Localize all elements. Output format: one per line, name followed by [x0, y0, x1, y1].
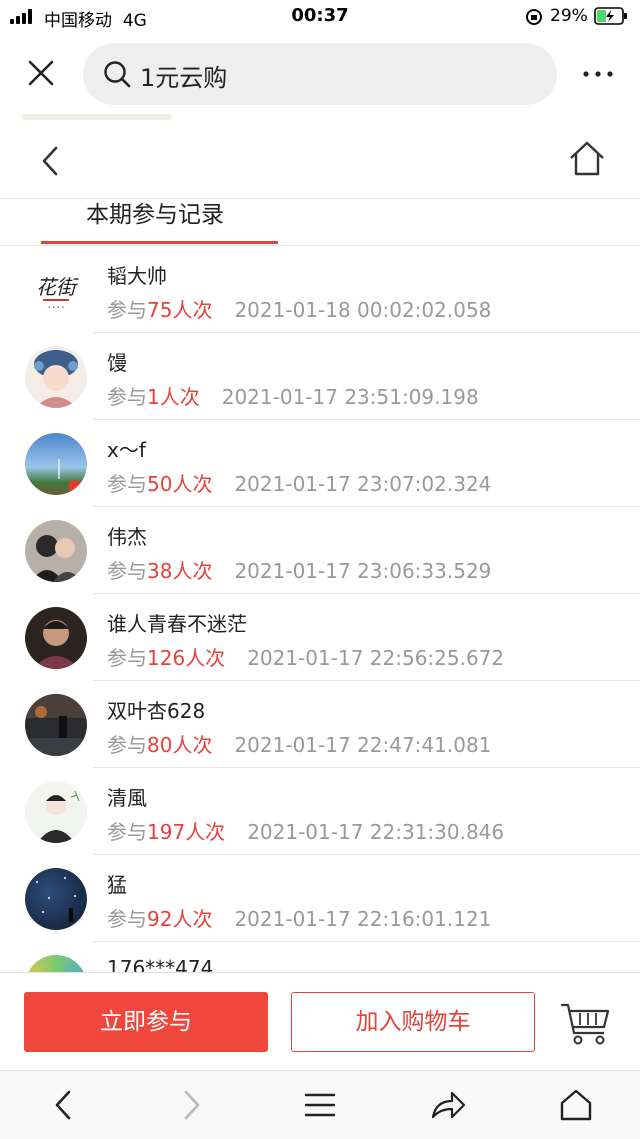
- tab-active-indicator: [41, 241, 278, 244]
- shopping-cart-icon[interactable]: [558, 999, 614, 1047]
- user-avatar: [25, 433, 87, 495]
- record-row[interactable]: 清風 参与197人次 2021-01-17 22:31:30.846: [0, 768, 640, 855]
- record-row[interactable]: 馒 参与1人次 2021-01-17 23:51:09.198: [0, 333, 640, 420]
- user-avatar: [25, 694, 87, 756]
- record-row[interactable]: 猛 参与92人次 2021-01-17 22:16:01.121: [0, 855, 640, 942]
- record-row[interactable]: x～f 参与50人次 2021-01-17 23:07:02.324: [0, 420, 640, 507]
- svg-text:花街: 花街: [36, 275, 79, 299]
- status-bar: 中国移动 4G 00:37 29%: [0, 0, 640, 34]
- back-icon[interactable]: [36, 144, 66, 178]
- svg-text:• • • •: • • • •: [48, 305, 65, 311]
- browser-back-icon[interactable]: [46, 1087, 82, 1123]
- clock: 00:37: [291, 5, 349, 26]
- more-icon[interactable]: [580, 64, 616, 84]
- record-row[interactable]: 伟杰 参与38人次 2021-01-17 23:06:33.529: [0, 507, 640, 594]
- user-name: 176***474: [107, 956, 214, 972]
- record-meta: 参与38人次 2021-01-17 23:06:33.529: [107, 559, 492, 583]
- record-meta: 参与126人次 2021-01-17 22:56:25.672: [107, 646, 505, 670]
- search-icon: [104, 61, 131, 88]
- user-name: 谁人青春不迷茫: [107, 612, 247, 636]
- tab-bar: 本期参与记录: [0, 199, 640, 246]
- user-avatar: [25, 781, 87, 843]
- browser-home-icon[interactable]: [558, 1087, 594, 1123]
- page-nav-bar: [0, 124, 640, 199]
- user-name: 韬大帅: [107, 264, 167, 288]
- battery-percent: 29%: [550, 6, 588, 26]
- user-name: 猛: [107, 873, 127, 897]
- user-avatar: [25, 346, 87, 408]
- battery-icon: [594, 7, 627, 25]
- close-icon[interactable]: [26, 58, 56, 88]
- user-name: 清風: [107, 786, 147, 810]
- user-name: 伟杰: [107, 525, 147, 549]
- menu-icon[interactable]: [302, 1087, 338, 1123]
- user-name: 馒: [107, 351, 127, 375]
- user-avatar: [25, 607, 87, 669]
- browser-header: 1元云购: [0, 34, 640, 114]
- user-name: 双叶杏628: [107, 699, 206, 723]
- participation-record-list: 花街 • • • • 韬大帅 参与75人次 2021-01-18 00:02:02…: [0, 246, 640, 972]
- tab-current-records[interactable]: 本期参与记录: [86, 199, 224, 229]
- user-avatar: 花街 • • • •: [25, 259, 87, 321]
- record-meta: 参与92人次 2021-01-17 22:16:01.121: [107, 907, 492, 931]
- record-row[interactable]: 谁人青春不迷茫 参与126人次 2021-01-17 22:56:25.672: [0, 594, 640, 681]
- search-bar[interactable]: 1元云购: [83, 43, 557, 105]
- record-meta: 参与80人次 2021-01-17 22:47:41.081: [107, 733, 492, 757]
- purchase-action-bar: 立即参与 加入购物车: [0, 972, 640, 1071]
- user-avatar: [25, 955, 87, 972]
- user-avatar: [25, 868, 87, 930]
- user-name: x～f: [107, 438, 146, 462]
- share-icon[interactable]: [430, 1087, 466, 1123]
- search-query: 1元云购: [140, 64, 228, 92]
- join-now-button[interactable]: 立即参与: [24, 992, 268, 1052]
- record-meta: 参与1人次 2021-01-17 23:51:09.198: [107, 385, 479, 409]
- record-row[interactable]: 双叶杏628 参与80人次 2021-01-17 22:47:41.081: [0, 681, 640, 768]
- scrolled-content-strip: [0, 114, 640, 124]
- browser-toolbar: [0, 1070, 640, 1139]
- record-row[interactable]: 花街 • • • • 韬大帅 参与75人次 2021-01-18 00:02:02…: [0, 246, 640, 333]
- record-meta: 参与75人次 2021-01-18 00:02:02.058: [107, 298, 492, 322]
- record-meta: 参与50人次 2021-01-17 23:07:02.324: [107, 472, 492, 496]
- rotation-lock-icon: [526, 9, 542, 25]
- record-row[interactable]: 176***474: [0, 942, 640, 972]
- browser-forward-icon[interactable]: [173, 1087, 209, 1123]
- user-avatar: [25, 520, 87, 582]
- record-meta: 参与197人次 2021-01-17 22:31:30.846: [107, 820, 505, 844]
- add-to-cart-button[interactable]: 加入购物车: [291, 992, 535, 1052]
- home-icon[interactable]: [566, 138, 608, 180]
